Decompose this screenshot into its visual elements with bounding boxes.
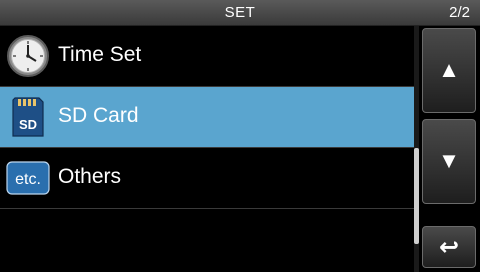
clock-icon (7, 35, 49, 77)
menu-title: SET (224, 4, 256, 21)
sd-card-icon-text: SD (19, 117, 37, 132)
scroll-up-button[interactable]: ▲ (422, 28, 476, 113)
menu-item-label: Others (58, 165, 122, 188)
scrollbar-thumb[interactable] (414, 148, 419, 244)
etc-icon-text: etc. (15, 171, 41, 188)
etc-icon: etc. (6, 161, 50, 195)
scroll-down-button[interactable]: ▼ (422, 119, 476, 204)
back-button[interactable]: ↩ (422, 226, 476, 268)
page-indicator: 2/2 (449, 4, 470, 21)
menu-item-time-set[interactable]: Time Set (0, 26, 414, 87)
down-arrow-icon: ▼ (438, 148, 460, 173)
menu-item-label: Time Set (58, 43, 142, 66)
menu-item-sd-card[interactable]: SD SD Card (0, 87, 414, 148)
title-bar: SET 2/2 (0, 0, 480, 26)
menu-item-others[interactable]: etc. Others (0, 148, 414, 209)
sd-card-icon: SD (12, 97, 44, 137)
menu-item-label: SD Card (58, 104, 139, 127)
up-arrow-icon: ▲ (438, 57, 460, 82)
return-icon: ↩ (438, 234, 460, 261)
scrollbar[interactable] (414, 26, 419, 272)
menu-list: Time Set SD SD Card etc. Others (0, 26, 414, 272)
